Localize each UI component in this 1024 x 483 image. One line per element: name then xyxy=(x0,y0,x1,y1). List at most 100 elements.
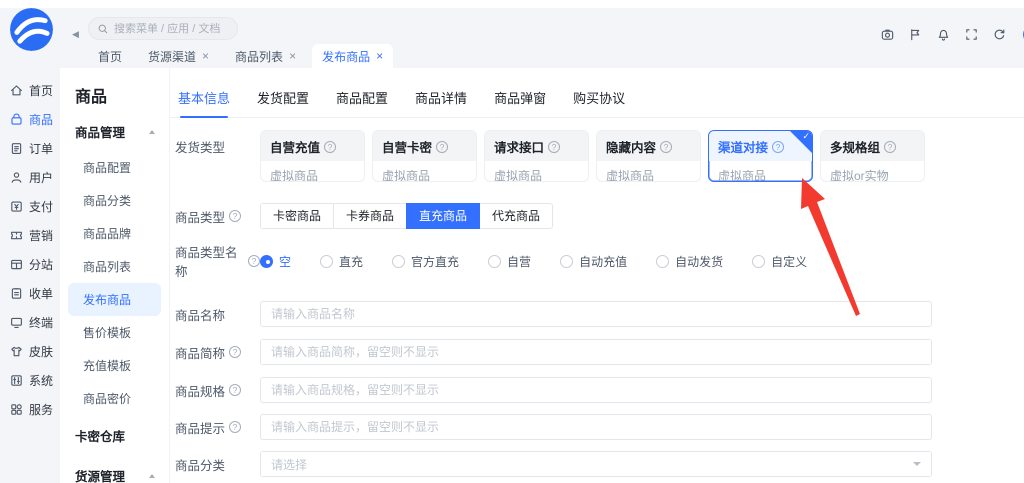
product-category-select[interactable]: 请选择 xyxy=(260,451,932,477)
sidebar-item-service[interactable]: 服务 xyxy=(0,395,60,424)
segbtn-proxy-recharge[interactable]: 代充商品 xyxy=(479,203,553,229)
menu-item-secret-price[interactable]: 商品密价 xyxy=(60,382,169,415)
radio-self-operated[interactable]: 自营 xyxy=(488,253,531,270)
segbtn-direct-recharge[interactable]: 直充商品 xyxy=(406,203,480,229)
help-icon[interactable] xyxy=(660,141,672,153)
sidebar-item-label: 皮肤 xyxy=(29,343,53,360)
segbtn-coupon[interactable]: 卡券商品 xyxy=(333,203,407,229)
menu-item-price-template[interactable]: 售价模板 xyxy=(60,316,169,349)
announcement-icon[interactable] xyxy=(908,27,923,42)
product-type-name-radios: 空 直充 官方直充 自营 自动充值 自动发货 自定义 xyxy=(260,253,807,270)
card-title: 多规格组 xyxy=(830,137,880,156)
sidebar-item-receipt[interactable]: 收单 xyxy=(0,279,60,308)
card-title: 隐藏内容 xyxy=(606,137,656,156)
card-channel-dock[interactable]: 渠道对接 虚拟商品 xyxy=(708,130,813,182)
radio-custom[interactable]: 自定义 xyxy=(752,253,807,270)
help-icon[interactable] xyxy=(229,421,241,433)
bell-icon[interactable] xyxy=(936,27,951,42)
menu-item-recharge-template[interactable]: 充值模板 xyxy=(60,349,169,382)
radio-official-direct[interactable]: 官方直充 xyxy=(392,253,459,270)
section-product-management[interactable]: 商品管理 xyxy=(60,111,169,151)
primary-sidebar: 首页 商品 订单 用户 支付 营销 分站 收单 xyxy=(0,68,60,483)
field-label-product-type: 商品类型 xyxy=(175,207,260,226)
card-multi-spec[interactable]: 多规格组 虚拟or实物 xyxy=(820,130,925,182)
section-card-warehouse[interactable]: 卡密仓库 xyxy=(60,415,169,455)
sidebar-item-order[interactable]: 订单 xyxy=(0,134,60,163)
product-name-input[interactable] xyxy=(260,301,932,327)
help-icon[interactable] xyxy=(248,255,260,267)
help-icon[interactable] xyxy=(229,210,241,222)
main-content: 基本信息 发货配置 商品配置 商品详情 商品弹窗 购买协议 发货类型 自营充值 … xyxy=(170,68,1024,483)
topbar-actions: 网 xyxy=(880,24,1024,45)
page-tab-home[interactable]: 首页 xyxy=(88,44,132,68)
card-hidden-content[interactable]: 隐藏内容 虚拟商品 xyxy=(596,130,701,182)
section-supply-management[interactable]: 货源管理 xyxy=(60,455,169,483)
close-icon[interactable] xyxy=(289,50,296,62)
tab-purchase-agreement[interactable]: 购买协议 xyxy=(573,88,625,107)
sidebar-item-product[interactable]: 商品 xyxy=(0,105,60,134)
refresh-icon[interactable] xyxy=(992,27,1007,42)
help-icon[interactable] xyxy=(772,141,784,153)
site-icon xyxy=(9,257,24,272)
chevron-up-icon xyxy=(149,474,155,478)
product-spec-input[interactable] xyxy=(260,377,932,403)
delivery-type-cards: 自营充值 虚拟商品 自营卡密 虚拟商品 请求接口 虚拟商品 隐藏内容 虚拟商品 xyxy=(260,130,925,182)
field-label-product-type-name: 商品类型名称 xyxy=(175,242,260,280)
close-icon[interactable] xyxy=(202,50,209,62)
radio-direct[interactable]: 直充 xyxy=(320,253,363,270)
radio-empty[interactable]: 空 xyxy=(260,253,291,270)
tab-delivery-config[interactable]: 发货配置 xyxy=(257,88,309,107)
sidebar-item-label: 终端 xyxy=(29,314,53,331)
secondary-sidebar: 商品 商品管理 商品配置 商品分类 商品品牌 商品列表 发布商品 售价模板 充值… xyxy=(60,68,170,483)
page-tab-supply-channel[interactable]: 货源渠道 xyxy=(138,44,219,68)
card-self-recharge[interactable]: 自营充值 虚拟商品 xyxy=(260,130,365,182)
page-tab-publish-product[interactable]: 发布商品 xyxy=(312,44,393,68)
product-icon xyxy=(9,112,24,127)
menu-item-product-brand[interactable]: 商品品牌 xyxy=(60,217,169,250)
card-subtitle: 虚拟商品 xyxy=(485,161,588,182)
fullscreen-icon[interactable] xyxy=(964,27,979,42)
product-short-name-input[interactable] xyxy=(260,339,932,365)
menu-item-product-config[interactable]: 商品配置 xyxy=(60,151,169,184)
segbtn-cardkey[interactable]: 卡密商品 xyxy=(260,203,334,229)
sidebar-item-pay[interactable]: 支付 xyxy=(0,192,60,221)
sidebar-item-system[interactable]: 系统 xyxy=(0,366,60,395)
radio-auto-delivery[interactable]: 自动发货 xyxy=(656,253,723,270)
sidebar-item-user[interactable]: 用户 xyxy=(0,163,60,192)
help-icon[interactable] xyxy=(436,141,448,153)
radio-icon xyxy=(320,255,333,268)
card-request-api[interactable]: 请求接口 虚拟商品 xyxy=(484,130,589,182)
radio-auto-recharge[interactable]: 自动充值 xyxy=(560,253,627,270)
user-icon xyxy=(9,170,24,185)
page-tab-product-list[interactable]: 商品列表 xyxy=(225,44,306,68)
sidebar-item-substation[interactable]: 分站 xyxy=(0,250,60,279)
skin-icon xyxy=(9,344,24,359)
sidebar-item-label: 分站 xyxy=(29,256,53,273)
search-input[interactable] xyxy=(114,23,224,35)
sidebar-item-marketing[interactable]: 营销 xyxy=(0,221,60,250)
sidebar-item-label: 首页 xyxy=(29,82,53,99)
camera-icon[interactable] xyxy=(880,27,895,42)
product-tip-input[interactable] xyxy=(260,414,932,440)
menu-item-publish-product[interactable]: 发布商品 xyxy=(68,283,161,316)
help-icon[interactable] xyxy=(884,141,896,153)
sidebar-item-home[interactable]: 首页 xyxy=(0,76,60,105)
menu-item-product-category[interactable]: 商品分类 xyxy=(60,184,169,217)
help-icon[interactable] xyxy=(548,141,560,153)
help-icon[interactable] xyxy=(229,384,241,396)
card-subtitle: 虚拟or实物 xyxy=(821,161,924,182)
sidebar-item-label: 营销 xyxy=(29,227,53,244)
sidebar-item-terminal[interactable]: 终端 xyxy=(0,308,60,337)
tab-product-popup[interactable]: 商品弹窗 xyxy=(494,88,546,107)
sidebar-item-skin[interactable]: 皮肤 xyxy=(0,337,60,366)
sidebar-collapse-icon[interactable]: ◀ xyxy=(72,29,79,40)
tab-product-config[interactable]: 商品配置 xyxy=(336,88,388,107)
menu-item-product-list[interactable]: 商品列表 xyxy=(60,250,169,283)
help-icon[interactable] xyxy=(229,346,241,358)
help-icon[interactable] xyxy=(324,141,336,153)
tab-basic-info[interactable]: 基本信息 xyxy=(178,88,230,107)
card-self-cardkey[interactable]: 自营卡密 虚拟商品 xyxy=(372,130,477,182)
order-icon xyxy=(9,141,24,156)
tab-product-detail[interactable]: 商品详情 xyxy=(415,88,467,107)
close-icon[interactable] xyxy=(376,50,383,62)
